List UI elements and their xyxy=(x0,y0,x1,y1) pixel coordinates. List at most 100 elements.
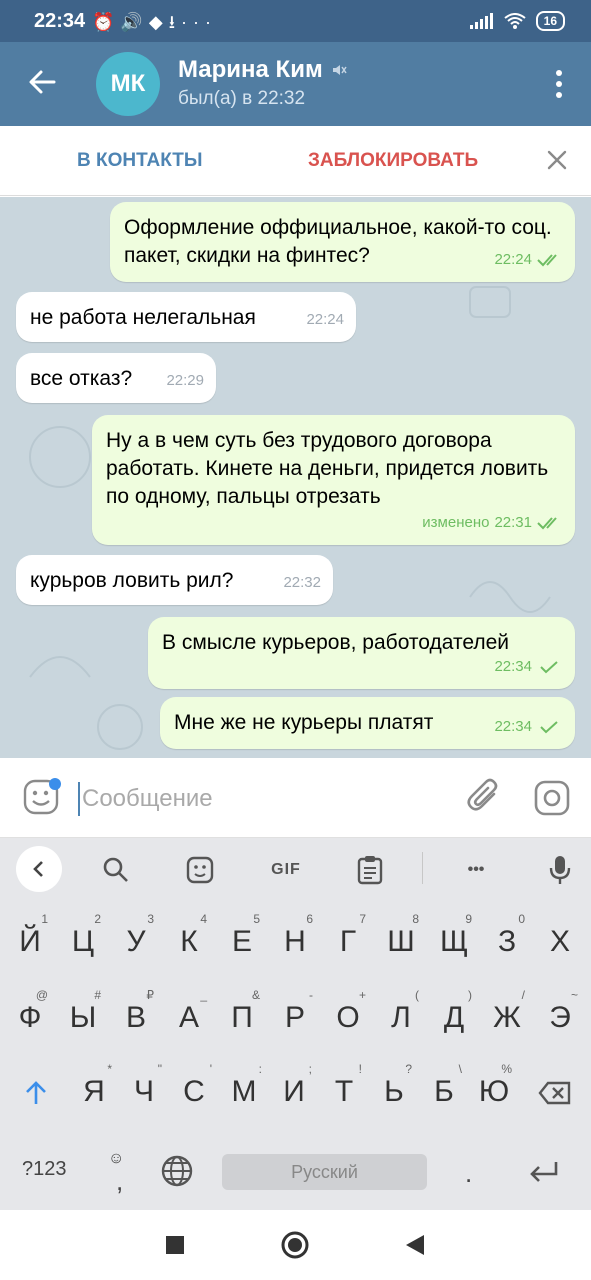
more-options-button[interactable]: ••• xyxy=(456,850,496,890)
key[interactable]: Ь? xyxy=(368,1062,420,1120)
paperclip-icon[interactable] xyxy=(466,778,502,816)
globe-icon[interactable] xyxy=(160,1154,194,1188)
message-text: В смысле курьеров, работодателей xyxy=(162,631,510,654)
close-icon[interactable] xyxy=(545,148,569,172)
search-button[interactable] xyxy=(96,850,136,890)
backspace-key[interactable] xyxy=(528,1064,582,1120)
chat-header: МК Марина Ким был(а) в 22:32 xyxy=(0,42,591,126)
key[interactable]: Е5 xyxy=(216,912,268,970)
key-row-bottom: ?123 ☺ , Русский . xyxy=(0,1144,591,1200)
key[interactable]: Э ~ xyxy=(534,988,586,1046)
key[interactable]: П & xyxy=(216,988,268,1046)
key[interactable]: В ₽ xyxy=(110,988,162,1046)
chevron-left-icon xyxy=(33,861,43,877)
more-vert-icon[interactable] xyxy=(553,68,565,100)
battery-icon: 16 xyxy=(535,11,565,31)
app-icon: ◆ xyxy=(148,12,169,32)
key[interactable]: Ы # xyxy=(57,988,109,1046)
back-triangle-icon[interactable] xyxy=(400,1230,430,1260)
message-time: 22:24 xyxy=(306,311,344,328)
message-bubble-incoming[interactable]: курьров ловить рил? 22:32 xyxy=(16,555,333,605)
key[interactable]: Х xyxy=(534,914,586,970)
toolbar-divider xyxy=(422,852,423,884)
comma-key[interactable]: , xyxy=(116,1166,123,1197)
double-check-icon xyxy=(537,517,557,530)
key[interactable]: М: xyxy=(218,1062,270,1120)
contact-name[interactable]: Марина Ким xyxy=(178,56,347,84)
key[interactable]: Ф @ xyxy=(4,988,56,1046)
key[interactable]: И; xyxy=(268,1062,320,1120)
space-key[interactable]: Русский xyxy=(222,1154,427,1190)
key-row-2: Ф @ Ы # В ₽ А _ П & Р- О + Л( Д) Ж / Э ~ xyxy=(0,988,591,1046)
key[interactable]: Я * xyxy=(68,1062,120,1120)
keyboard-collapse-button[interactable] xyxy=(16,846,62,892)
message-input[interactable]: Сообщение xyxy=(82,785,213,813)
key[interactable]: Ч " xyxy=(118,1062,170,1120)
block-button[interactable]: ЗАБЛОКИРОВАТЬ xyxy=(308,150,478,172)
key[interactable]: Т! xyxy=(318,1062,370,1120)
message-meta: 22:24 xyxy=(306,306,344,334)
muted-icon xyxy=(332,65,347,75)
message-meta: 22:32 xyxy=(283,569,321,597)
key[interactable]: Ш8 xyxy=(375,912,427,970)
contact-action-bar: В КОНТАКТЫ ЗАБЛОКИРОВАТЬ xyxy=(0,126,591,196)
message-bubble-incoming[interactable]: не работа нелегальная 22:24 xyxy=(16,292,356,342)
check-icon xyxy=(540,721,558,734)
recents-icon[interactable] xyxy=(160,1230,190,1260)
home-icon[interactable] xyxy=(280,1230,310,1260)
voice-input-button[interactable] xyxy=(540,850,580,890)
add-contact-button[interactable]: В КОНТАКТЫ xyxy=(77,150,203,172)
key[interactable]: У3 xyxy=(110,912,162,970)
message-bubble-outgoing[interactable]: Оформление оффициальное, какой-то соц. п… xyxy=(110,202,575,282)
message-meta: 22:29 xyxy=(166,367,204,395)
message-meta: изменено 22:31 xyxy=(422,509,563,537)
key[interactable]: С ' xyxy=(168,1062,220,1120)
check-icon xyxy=(540,661,558,674)
key[interactable]: Р- xyxy=(269,988,321,1046)
key[interactable]: Г7 xyxy=(322,912,374,970)
key[interactable]: Н6 xyxy=(269,912,321,970)
double-check-icon xyxy=(537,254,557,267)
edited-label: изменено xyxy=(422,514,490,531)
avatar[interactable]: МК xyxy=(96,52,160,116)
shift-key[interactable] xyxy=(10,1064,62,1120)
message-meta: 22:24 xyxy=(494,246,563,274)
message-bubble-outgoing[interactable]: Мне же не курьеры платят 22:34 xyxy=(160,697,575,749)
symbols-key[interactable]: ?123 xyxy=(22,1158,67,1181)
key[interactable]: Й1 xyxy=(4,912,56,970)
message-meta: 22:34 xyxy=(494,653,563,681)
key[interactable]: О + xyxy=(322,988,374,1046)
message-bubble-incoming[interactable]: все отказ? 22:29 xyxy=(16,353,216,403)
back-arrow-icon[interactable] xyxy=(24,64,60,100)
message-meta: 22:34 xyxy=(494,713,563,741)
key[interactable]: З0 xyxy=(481,912,533,970)
message-list[interactable]: Оформление оффициальное, какой-то соц. п… xyxy=(0,197,591,758)
notification-icons: ⏰🔊◆⭳··· xyxy=(92,10,217,40)
message-bubble-outgoing[interactable]: Ну а в чем суть без трудового договора р… xyxy=(92,415,575,545)
last-seen: был(а) в 22:32 xyxy=(178,88,306,109)
key[interactable]: Д) xyxy=(428,988,480,1046)
key[interactable]: Щ9 xyxy=(428,912,480,970)
signal-icon xyxy=(469,13,493,29)
camera-icon[interactable] xyxy=(534,780,570,816)
status-bar: 22:34 ⏰🔊◆⭳··· 16 xyxy=(0,0,591,42)
period-key[interactable]: . xyxy=(465,1158,472,1189)
message-text: Ну а в чем суть без трудового договора р… xyxy=(106,429,549,508)
key[interactable]: Л( xyxy=(375,988,427,1046)
sticker-button[interactable] xyxy=(180,850,220,890)
key-row-3: Я * Ч " С ' М: И; Т! Ь? Б \ Ю% xyxy=(0,1062,591,1120)
key[interactable]: Б \ xyxy=(418,1062,470,1120)
key[interactable]: Ю% xyxy=(468,1062,520,1120)
clipboard-button[interactable] xyxy=(350,850,390,890)
download-icon: ⭳ xyxy=(168,12,181,32)
gif-button[interactable]: GIF xyxy=(264,850,308,890)
message-composer: Сообщение xyxy=(0,758,591,838)
key[interactable]: А _ xyxy=(163,988,215,1046)
search-icon xyxy=(103,857,128,882)
key[interactable]: К4 xyxy=(163,912,215,970)
enter-icon[interactable] xyxy=(526,1158,560,1186)
key[interactable]: Ц2 xyxy=(57,912,109,970)
system-navigation-bar xyxy=(0,1210,591,1280)
key[interactable]: Ж / xyxy=(481,988,533,1046)
message-bubble-outgoing[interactable]: В смысле курьеров, работодателей 22:34 xyxy=(148,617,575,689)
